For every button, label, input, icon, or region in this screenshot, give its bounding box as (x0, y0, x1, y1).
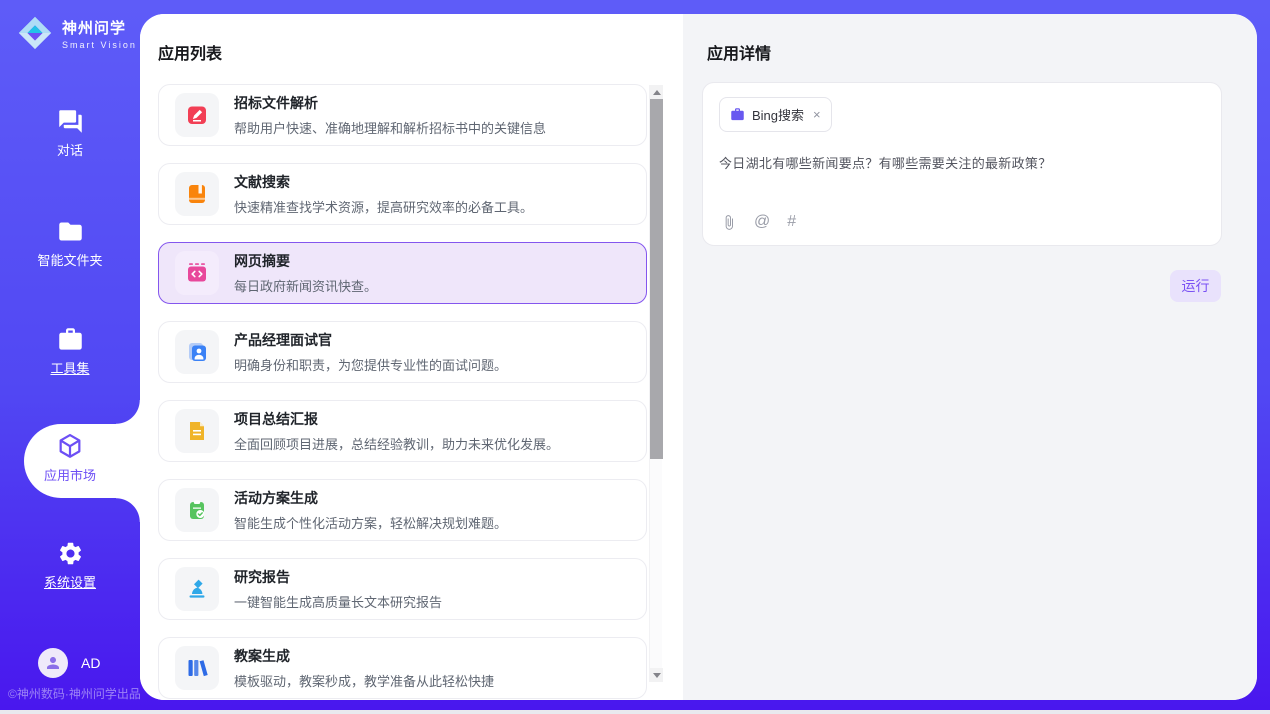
sidebar-item-label: 工具集 (0, 358, 140, 377)
tool-tag-bing-search[interactable]: Bing搜索 × (719, 97, 832, 132)
browser-code-icon (185, 261, 209, 285)
prompt-toolbar: @ # (721, 213, 796, 231)
sidebar-item-smart-folder[interactable]: 智能文件夹 (0, 218, 140, 278)
app-description: 明确身份和职责，为您提供专业性的面试问题。 (234, 355, 507, 374)
app-name: 项目总结汇报 (234, 409, 559, 429)
app-list-item-7[interactable]: 教案生成 模板驱动，教案秒成，教学准备从此轻松快捷 (158, 637, 647, 699)
scroll-up-button[interactable] (650, 85, 663, 99)
run-button[interactable]: 运行 (1170, 270, 1221, 302)
app-name: 教案生成 (234, 646, 494, 666)
brand-name: 神州问学 (62, 17, 137, 38)
prompt-card[interactable]: Bing搜索 × 今日湖北有哪些新闻要点？有哪些需要关注的最新政策？ @ # (702, 82, 1222, 246)
avatar (38, 648, 68, 678)
sidebar-item-settings[interactable]: 系统设置 (0, 540, 140, 600)
app-list-item-3[interactable]: 产品经理面试官 明确身份和职责，为您提供专业性的面试问题。 (158, 321, 647, 383)
clipboard-check-icon (185, 498, 209, 522)
app-description: 快速精准查找学术资源，提高研究效率的必备工具。 (234, 197, 533, 216)
app-list-title: 应用列表 (158, 40, 222, 64)
gear-icon (57, 540, 84, 567)
scrollbar[interactable] (649, 85, 662, 682)
app-description: 每日政府新闻资讯快查。 (234, 276, 377, 295)
sidebar-item-label: 对话 (0, 140, 140, 159)
app-list-panel: 应用列表 招标文件解析 帮助用户快速、准确地理解和解析招标书中的关键信息 文献搜… (140, 14, 683, 700)
arrow-up-icon (653, 90, 661, 95)
sidebar-item-label: 智能文件夹 (0, 250, 140, 269)
app-icon-tile (175, 488, 219, 532)
app-name: 网页摘要 (234, 251, 377, 271)
app-name: 研究报告 (234, 567, 442, 587)
book-icon (185, 182, 209, 206)
app-list: 招标文件解析 帮助用户快速、准确地理解和解析招标书中的关键信息 文献搜索 快速精… (158, 84, 647, 700)
sidebar-item-app-market[interactable]: 应用市场 (0, 432, 140, 492)
app-icon-tile (175, 172, 219, 216)
chat-icon (57, 108, 84, 135)
app-list-item-6[interactable]: 研究报告 一键智能生成高质量长文本研究报告 (158, 558, 647, 620)
scroll-down-button[interactable] (650, 668, 663, 682)
arrow-down-icon (653, 673, 661, 678)
app-list-item-4[interactable]: 项目总结汇报 全面回顾项目进展，总结经验教训，助力未来优化发展。 (158, 400, 647, 462)
folder-icon (57, 218, 84, 245)
sidebar-item-label: 应用市场 (0, 465, 140, 484)
briefcase-icon (57, 326, 84, 353)
doc-edit-icon (185, 103, 209, 127)
app-icon-tile (175, 567, 219, 611)
query-text[interactable]: 今日湖北有哪些新闻要点？有哪些需要关注的最新政策？ (719, 153, 1205, 172)
briefcase-icon (730, 107, 745, 122)
app-list-item-1[interactable]: 文献搜索 快速精准查找学术资源，提高研究效率的必备工具。 (158, 163, 647, 225)
note-icon (185, 419, 209, 443)
app-name: 活动方案生成 (234, 488, 507, 508)
paperclip-icon[interactable] (721, 214, 737, 231)
app-detail-title: 应用详情 (707, 40, 771, 64)
app-description: 智能生成个性化活动方案，轻松解决规划难题。 (234, 513, 507, 532)
app-icon-tile (175, 93, 219, 137)
app-icon-tile (175, 251, 219, 295)
microscope-icon (185, 577, 209, 601)
remove-tool-icon[interactable]: × (813, 107, 821, 122)
app-icon-tile (175, 646, 219, 690)
mention-icon[interactable]: @ (754, 213, 770, 231)
app-list-item-5[interactable]: 活动方案生成 智能生成个性化活动方案，轻松解决规划难题。 (158, 479, 647, 541)
app-name: 文献搜索 (234, 172, 533, 192)
app-name: 招标文件解析 (234, 93, 546, 113)
books-icon (185, 656, 209, 680)
hash-icon[interactable]: # (787, 213, 796, 231)
resume-person-icon (185, 340, 209, 364)
tool-tag-label: Bing搜索 (752, 105, 804, 124)
app-description: 帮助用户快速、准确地理解和解析招标书中的关键信息 (234, 118, 546, 137)
app-description: 模板驱动，教案秒成，教学准备从此轻松快捷 (234, 671, 494, 690)
app-detail-panel: 应用详情 Bing搜索 × 今日湖北有哪些新闻要点？有哪些需要关注的最新政策？ … (683, 14, 1257, 700)
window-bottom-edge (0, 710, 1270, 714)
app-list-item-0[interactable]: 招标文件解析 帮助用户快速、准确地理解和解析招标书中的关键信息 (158, 84, 647, 146)
app-icon-tile (175, 409, 219, 453)
app-name: 产品经理面试官 (234, 330, 507, 350)
brand-logo: 神州问学 Smart Vision (16, 14, 137, 52)
user-initials: AD (81, 655, 100, 671)
cube-icon (56, 432, 84, 460)
sidebar-item-toolset[interactable]: 工具集 (0, 326, 140, 386)
person-icon (44, 654, 62, 672)
sidebar-item-chat[interactable]: 对话 (0, 108, 140, 168)
scrollbar-thumb[interactable] (650, 99, 663, 459)
brand-logo-icon (16, 14, 54, 52)
app-description: 全面回顾项目进展，总结经验教训，助力未来优化发展。 (234, 434, 559, 453)
user-profile[interactable]: AD (38, 648, 100, 678)
sidebar: 神州问学 Smart Vision 对话 智能文件夹 工具集 应用市场 系统设置… (0, 0, 140, 714)
sidebar-item-label: 系统设置 (0, 572, 140, 591)
brand-subtitle: Smart Vision (62, 40, 137, 50)
app-list-item-2[interactable]: 网页摘要 每日政府新闻资讯快查。 (158, 242, 647, 304)
app-icon-tile (175, 330, 219, 374)
app-description: 一键智能生成高质量长文本研究报告 (234, 592, 442, 611)
copyright-text: ©神州数码·神州问学出品 (8, 685, 141, 702)
main-content-card: 应用列表 招标文件解析 帮助用户快速、准确地理解和解析招标书中的关键信息 文献搜… (140, 14, 1257, 700)
